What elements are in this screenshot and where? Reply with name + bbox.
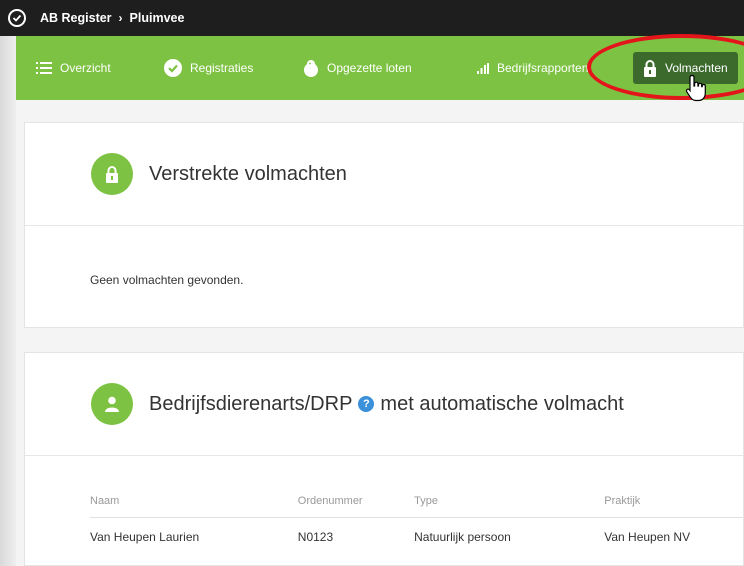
table-row: Van Heupen Laurien N0123 Natuurlijk pers… — [90, 517, 743, 544]
vet-table: Naam Ordenummer Type Praktijk Van Heupen… — [90, 495, 743, 544]
nav-label: Bedrijfsrapporten — [497, 61, 589, 75]
card-title-main: Bedrijfsdierenarts/DRP — [149, 392, 353, 415]
nav-item-opgezette-loten[interactable]: Opgezette loten — [303, 52, 412, 84]
main-nav: Overzicht Registraties Opgezette loten B… — [16, 36, 744, 100]
cell-praktijk: Van Heupen NV — [604, 517, 743, 544]
card-title: Verstrekte volmachten — [149, 162, 347, 185]
company-vet-card: Bedrijfsdierenarts/DRP ? met automatisch… — [24, 352, 744, 566]
nav-label: Registraties — [190, 61, 254, 75]
bar-chart-icon — [477, 62, 489, 74]
nav-item-overzicht[interactable]: Overzicht — [36, 52, 111, 84]
table-header-row: Naam Ordenummer Type Praktijk — [90, 495, 743, 518]
nav-item-bedrijfsrapporten[interactable]: Bedrijfsrapporten — [477, 52, 588, 84]
breadcrumb: AB Register › Pluimvee — [40, 11, 184, 25]
nav-label: Volmachten — [665, 61, 728, 75]
chick-icon — [303, 59, 319, 77]
column-header-type: Type — [414, 495, 438, 507]
lock-icon — [643, 59, 657, 77]
cell-ordenummer: N0123 — [297, 517, 415, 544]
person-icon — [91, 383, 133, 425]
card-title-suffix: met automatische volmacht — [380, 392, 624, 415]
top-bar: AB Register › Pluimvee — [0, 0, 744, 36]
empty-message: Geen volmachten gevonden. — [90, 273, 244, 287]
granted-mandates-card: Verstrekte volmachten Geen volmachten ge… — [24, 122, 744, 328]
hand-cursor-icon — [685, 74, 707, 107]
cell-type: Natuurlijk persoon — [414, 517, 605, 544]
card-title: Bedrijfsdierenarts/DRP ? met automatisch… — [149, 393, 624, 416]
check-logo-icon[interactable] — [8, 9, 26, 27]
nav-label: Overzicht — [60, 61, 111, 75]
column-header-praktijk: Praktijk — [604, 495, 641, 507]
nav-item-registraties[interactable]: Registraties — [164, 52, 253, 84]
cell-naam: Van Heupen Laurien — [90, 517, 298, 544]
breadcrumb-separator: › — [118, 11, 123, 25]
list-icon — [36, 62, 52, 74]
card-header: Verstrekte volmachten — [25, 123, 743, 226]
check-circle-icon — [164, 59, 182, 77]
left-edge-shadow — [0, 36, 16, 566]
column-header-ordenummer: Ordenummer — [297, 495, 363, 507]
breadcrumb-app[interactable]: AB Register — [40, 11, 112, 25]
card-header: Bedrijfsdierenarts/DRP ? met automatisch… — [25, 353, 743, 456]
help-icon[interactable]: ? — [358, 396, 375, 412]
lock-icon — [91, 153, 133, 195]
column-header-naam: Naam — [90, 495, 120, 507]
breadcrumb-section[interactable]: Pluimvee — [130, 11, 185, 25]
nav-label: Opgezette loten — [327, 61, 412, 75]
